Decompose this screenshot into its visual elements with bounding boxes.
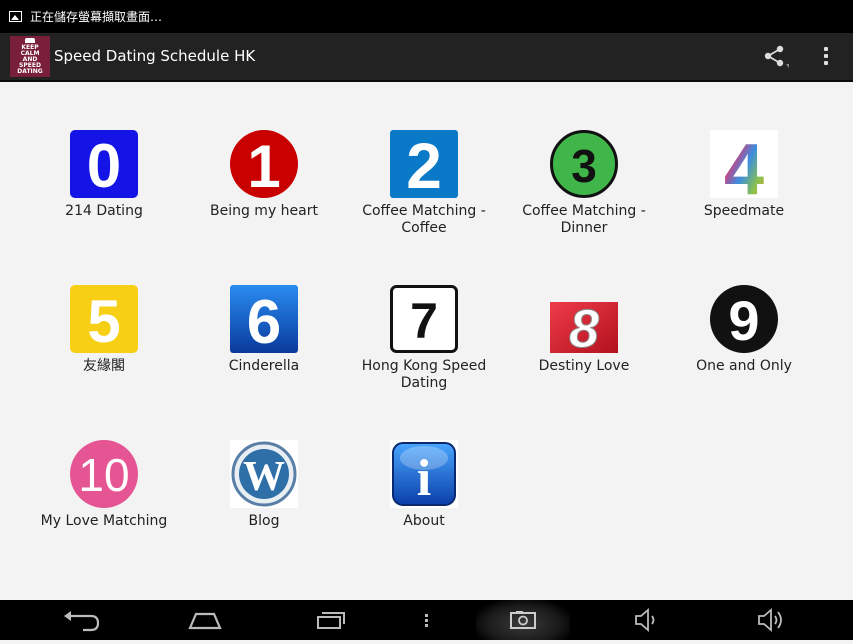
- grid-item-destiny-love[interactable]: 8 Destiny Love: [504, 285, 664, 405]
- share-button[interactable]: [760, 43, 790, 71]
- grid-item-label: My Love Matching: [40, 513, 168, 529]
- grid-item-214-dating[interactable]: 0 214 Dating: [24, 130, 184, 250]
- overflow-menu-button[interactable]: [815, 43, 837, 71]
- number-8-icon: 8: [550, 299, 618, 353]
- grid-item-about[interactable]: i About: [344, 440, 504, 560]
- menu-icon: [425, 614, 428, 627]
- share-icon: [764, 45, 789, 68]
- grid-item-label: 214 Dating: [65, 203, 143, 219]
- screenshot-button[interactable]: [498, 600, 548, 640]
- number-1-icon: 1: [230, 130, 298, 198]
- volume-down-button[interactable]: [625, 600, 670, 640]
- svg-text:10: 10: [78, 449, 129, 501]
- svg-text:2: 2: [406, 130, 442, 198]
- home-icon: [188, 612, 222, 630]
- grid-item-cinderella[interactable]: 6 Cinderella: [184, 285, 344, 405]
- grid-item-my-love-matching[interactable]: 10 My Love Matching: [24, 440, 184, 560]
- grid-item-label: 友緣閣: [83, 358, 125, 374]
- logo-line: DATING: [17, 68, 43, 75]
- wordpress-icon: W: [230, 440, 298, 508]
- svg-text:9: 9: [728, 289, 759, 352]
- grid-item-speedmate[interactable]: 4 Speedmate: [664, 130, 824, 250]
- svg-text:6: 6: [247, 288, 281, 353]
- grid-item-being-my-heart[interactable]: 1 Being my heart: [184, 130, 344, 250]
- number-9-icon: 9: [710, 285, 778, 353]
- grid-item-friendship-pavilion[interactable]: 5 友緣閣: [24, 285, 184, 405]
- menu-button[interactable]: [415, 600, 439, 640]
- svg-text:7: 7: [410, 293, 438, 349]
- status-bar: 正在儲存螢幕擷取畫面…: [0, 0, 853, 33]
- svg-text:1: 1: [247, 133, 280, 198]
- grid-item-label: Being my heart: [209, 203, 318, 219]
- grid-item-hong-kong-speed-dating[interactable]: 7 Hong Kong Speed Dating: [344, 285, 504, 405]
- svg-text:8: 8: [569, 299, 599, 353]
- app-logo[interactable]: KEEP CALM AND SPEED DATING: [10, 36, 50, 77]
- volume-down-icon: [635, 608, 655, 632]
- action-bar: KEEP CALM AND SPEED DATING Speed Dating …: [0, 33, 853, 82]
- grid-item-label: Coffee Matching - Dinner: [522, 203, 646, 236]
- screenshot-icon: [510, 611, 536, 629]
- home-button[interactable]: [180, 600, 230, 640]
- svg-text:4: 4: [724, 130, 764, 198]
- crown-icon: [25, 38, 35, 43]
- back-button[interactable]: [55, 600, 105, 640]
- svg-text:5: 5: [87, 288, 120, 353]
- number-4-icon: 4: [710, 130, 778, 198]
- number-3-icon: 3: [550, 130, 618, 198]
- svg-text:3: 3: [571, 140, 597, 192]
- app-title: Speed Dating Schedule HK: [54, 47, 256, 65]
- number-2-icon: 2: [390, 130, 458, 198]
- image-icon: [9, 11, 22, 22]
- grid-item-one-and-only[interactable]: 9 One and Only: [664, 285, 824, 405]
- recent-apps-icon: [317, 612, 345, 629]
- recent-apps-button[interactable]: [305, 600, 355, 640]
- number-0-icon: 0: [70, 130, 138, 198]
- volume-up-button[interactable]: [750, 600, 795, 640]
- grid-item-label: Speedmate: [703, 203, 785, 219]
- svg-text:W: W: [243, 454, 285, 500]
- status-notification-text: 正在儲存螢幕擷取畫面…: [30, 10, 163, 24]
- grid-item-coffee-matching-coffee[interactable]: 2 Coffee Matching - Coffee: [344, 130, 504, 250]
- number-10-icon: 10: [70, 440, 138, 508]
- svg-text:i: i: [417, 450, 431, 507]
- number-7-icon: 7: [390, 285, 458, 353]
- grid-item-label: One and Only: [696, 358, 792, 374]
- back-icon: [64, 611, 100, 632]
- grid-item-label: About: [403, 513, 445, 529]
- volume-up-icon: [758, 608, 782, 632]
- grid-item-label: Destiny Love: [538, 358, 630, 374]
- number-6-icon: 6: [230, 285, 298, 353]
- grid-item-label: Blog: [248, 513, 280, 529]
- number-5-icon: 5: [70, 285, 138, 353]
- info-icon: i: [390, 440, 458, 508]
- grid-item-label: Coffee Matching - Coffee: [362, 203, 486, 236]
- svg-text:0: 0: [87, 132, 121, 198]
- grid-item-label: Cinderella: [228, 358, 300, 374]
- grid-item-coffee-matching-dinner[interactable]: 3 Coffee Matching - Dinner: [504, 130, 664, 250]
- grid-item-label: Hong Kong Speed Dating: [361, 358, 487, 391]
- grid-item-blog[interactable]: W Blog: [184, 440, 344, 560]
